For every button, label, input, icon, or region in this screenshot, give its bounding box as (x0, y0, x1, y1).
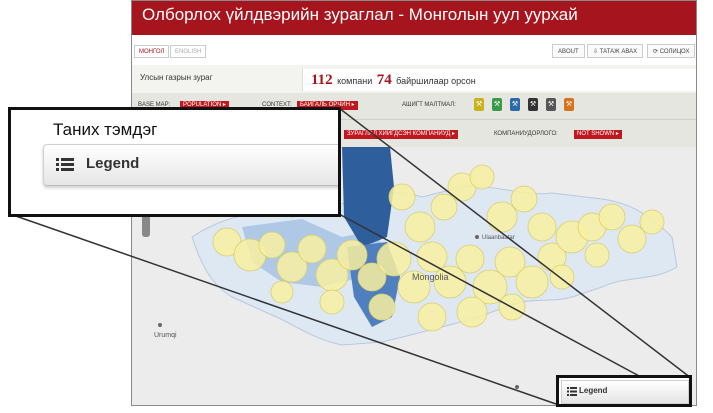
legend-label: Legend (579, 386, 608, 395)
legend-callout: Таних тэмдэг Legend (8, 107, 341, 217)
list-icon (567, 387, 577, 396)
legend-button-zoomed[interactable]: Legend (43, 144, 338, 186)
list-icon (56, 158, 74, 171)
legend-button[interactable]: Legend (561, 380, 689, 404)
callout-title: Таних тэмдэг (53, 120, 158, 139)
legend-label-zoomed: Legend (86, 155, 140, 172)
legend-highlight-box: Legend (556, 375, 692, 407)
